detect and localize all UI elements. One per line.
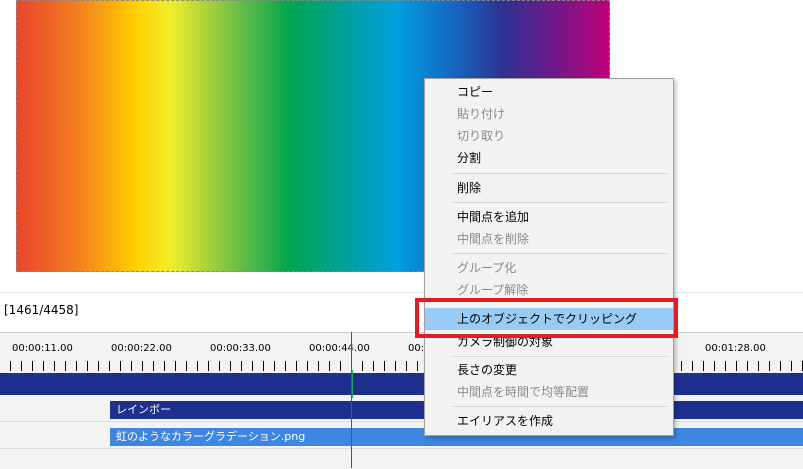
menu-item-delete[interactable]: 削除: [425, 177, 673, 199]
ruler-label: 00:01:28.00: [705, 343, 766, 354]
cursor-marker: [352, 370, 353, 398]
ruler-label: 00:00:22.00: [111, 343, 172, 354]
menu-item-distribute-midpoints[interactable]: 中間点を時間で均等配置: [425, 381, 673, 403]
layer-bar[interactable]: [0, 373, 803, 395]
menu-item-cut[interactable]: 切り取り: [425, 125, 673, 147]
ruler-label: 00:00:11.00: [12, 343, 73, 354]
menu-separator: [453, 406, 667, 407]
menu-item-delete-midpoint[interactable]: 中間点を削除: [425, 228, 673, 250]
menu-separator: [453, 202, 667, 203]
playhead[interactable]: [351, 332, 352, 468]
menu-item-copy[interactable]: コピー: [425, 81, 673, 103]
menu-item-change-length[interactable]: 長さの変更: [425, 359, 673, 381]
ruler-ticks: [0, 361, 803, 371]
menu-separator: [453, 173, 667, 174]
menu-item-group[interactable]: グループ化: [425, 257, 673, 279]
menu-item-clip-by-upper[interactable]: 上のオブジェクトでクリッピング: [425, 308, 673, 330]
menu-item-ungroup[interactable]: グループ解除: [425, 279, 673, 301]
timeline[interactable]: 00:00:11.00 00:00:22.00 00:00:33.00 00:0…: [0, 332, 803, 469]
info-bar: [1461/4458]: [0, 292, 803, 329]
ruler-label: 00:: [408, 343, 425, 354]
time-ruler[interactable]: 00:00:11.00 00:00:22.00 00:00:33.00 00:0…: [0, 333, 803, 371]
ruler-label: 00:00:44.00: [309, 343, 370, 354]
menu-separator: [453, 356, 667, 357]
frame-counter: [1461/4458]: [4, 303, 79, 317]
menu-item-camera-target[interactable]: カメラ制御の対象: [425, 331, 673, 353]
menu-separator: [453, 253, 667, 254]
menu-item-create-alias[interactable]: エイリアスを作成: [425, 410, 673, 432]
menu-item-add-midpoint[interactable]: 中間点を追加: [425, 206, 673, 228]
menu-item-paste[interactable]: 貼り付け: [425, 103, 673, 125]
context-menu: コピー 貼り付け 切り取り 分割 削除 中間点を追加 中間点を削除 グループ化 …: [424, 78, 674, 436]
menu-item-split[interactable]: 分割: [425, 147, 673, 169]
preview-area: [0, 0, 803, 292]
ruler-label: 00:00:33.00: [210, 343, 271, 354]
